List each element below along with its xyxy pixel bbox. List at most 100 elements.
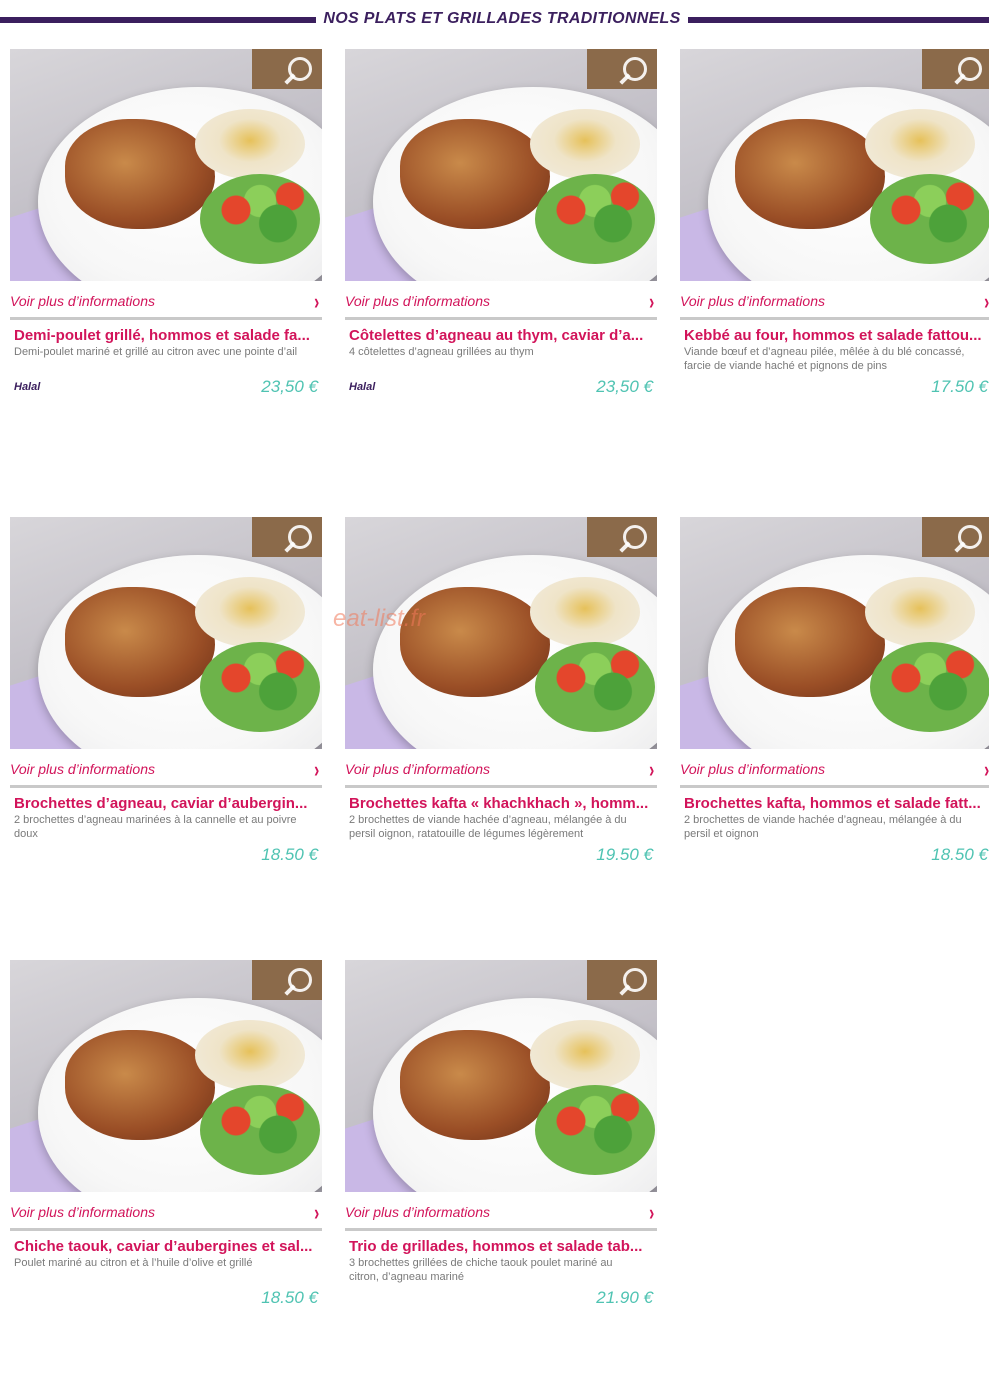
chevron-right-icon[interactable]: › [314, 1200, 319, 1226]
more-info-link[interactable]: Voir plus d’informations › [345, 289, 657, 320]
dish-title[interactable]: Côtelettes d’agneau au thym, caviar d’a.… [349, 327, 657, 344]
more-info-label: Voir plus d’informations [10, 293, 155, 309]
dish-price: 21.90 € [596, 1288, 653, 1307]
divider [345, 317, 657, 320]
dish-title[interactable]: Brochettes d’agneau, caviar d’aubergin..… [14, 795, 322, 812]
food-salad [200, 1085, 320, 1175]
chevron-right-icon[interactable]: › [649, 289, 654, 315]
divider [680, 785, 989, 788]
divider [10, 317, 322, 320]
dish-description: 2 brochettes d’agneau marinées à la cann… [14, 814, 297, 840]
food-hummus [195, 109, 305, 179]
food-hummus [195, 1020, 305, 1090]
dish-description: Viande bœuf et d’agneau pilée, mêlée à d… [684, 346, 965, 372]
food-main [65, 1030, 215, 1140]
more-info-link[interactable]: Voir plus d’informations › [10, 757, 322, 788]
dish-price: 18.50 € [931, 845, 988, 864]
dish-photo[interactable] [345, 960, 657, 1192]
section-title: NOS PLATS ET GRILLADES TRADITIONNELS [323, 10, 681, 27]
dish-photo[interactable] [680, 49, 989, 281]
more-info-label: Voir plus d’informations [345, 293, 490, 309]
dish-card[interactable]: Voir plus d’informations › Brochettes ka… [680, 517, 989, 897]
dish-title[interactable]: Trio de grillades, hommos et salade tab.… [349, 1238, 657, 1255]
food-main [400, 1030, 550, 1140]
more-info-link[interactable]: Voir plus d’informations › [345, 1200, 657, 1231]
more-info-label: Voir plus d’informations [680, 293, 825, 309]
more-info-link[interactable]: Voir plus d’informations › [680, 757, 989, 788]
chevron-right-icon[interactable]: › [984, 757, 989, 783]
food-hummus [865, 109, 975, 179]
divider [10, 1228, 322, 1231]
zoom-icon[interactable] [617, 525, 647, 555]
dish-card[interactable]: Voir plus d’informations › Demi-poulet g… [10, 49, 324, 429]
more-info-link[interactable]: Voir plus d’informations › [680, 289, 989, 320]
food-salad [200, 642, 320, 732]
divider [10, 785, 322, 788]
dish-photo[interactable] [10, 49, 322, 281]
more-info-link[interactable]: Voir plus d’informations › [10, 289, 322, 320]
zoom-icon[interactable] [617, 968, 647, 998]
more-info-label: Voir plus d’informations [680, 761, 825, 777]
food-hummus [530, 109, 640, 179]
food-main [735, 119, 885, 229]
dish-title[interactable]: Brochettes kafta « khachkhach », homm... [349, 795, 657, 812]
food-main [65, 587, 215, 697]
dish-card[interactable]: Voir plus d’informations › Kebbé au four… [680, 49, 989, 429]
section-header: NOS PLATS ET GRILLADES TRADITIONNELS [0, 8, 989, 34]
food-salad [535, 174, 655, 264]
zoom-icon[interactable] [952, 57, 982, 87]
chevron-right-icon[interactable]: › [314, 757, 319, 783]
dish-price: 23,50 € [596, 377, 653, 396]
dish-title[interactable]: Chiche taouk, caviar d’aubergines et sal… [14, 1238, 322, 1255]
zoom-icon[interactable] [282, 525, 312, 555]
chevron-right-icon[interactable]: › [984, 289, 989, 315]
dish-title[interactable]: Kebbé au four, hommos et salade fattou..… [684, 327, 989, 344]
food-salad [200, 174, 320, 264]
food-main [400, 119, 550, 229]
watermark: eat-list.fr [333, 605, 426, 632]
dish-card[interactable]: Voir plus d’informations › Brochettes ka… [345, 517, 659, 897]
zoom-icon[interactable] [952, 525, 982, 555]
more-info-label: Voir plus d’informations [10, 761, 155, 777]
halal-badge: Halal [14, 381, 41, 393]
dish-description: Poulet mariné au citron et à l’huile d’o… [14, 1257, 253, 1269]
dish-description: 2 brochettes de viande hachée d’agneau, … [349, 814, 627, 840]
dish-card[interactable]: Voir plus d’informations › Côtelettes d’… [345, 49, 659, 429]
food-main [400, 587, 550, 697]
dish-photo[interactable] [345, 517, 657, 749]
food-salad [535, 642, 655, 732]
more-info-link[interactable]: Voir plus d’informations › [345, 757, 657, 788]
zoom-icon[interactable] [282, 57, 312, 87]
food-hummus [195, 577, 305, 647]
more-info-label: Voir plus d’informations [345, 761, 490, 777]
dish-price: 18.50 € [261, 1288, 318, 1307]
chevron-right-icon[interactable]: › [649, 1200, 654, 1226]
halal-badge: Halal [349, 381, 376, 393]
dish-title[interactable]: Brochettes kafta, hommos et salade fatt.… [684, 795, 989, 812]
chevron-right-icon[interactable]: › [649, 757, 654, 783]
food-main [735, 587, 885, 697]
dish-description: Demi-poulet mariné et grillé au citron a… [14, 346, 298, 358]
food-hummus [530, 1020, 640, 1090]
dish-price: 23,50 € [261, 377, 318, 396]
dish-photo[interactable] [10, 960, 322, 1192]
dish-photo[interactable] [680, 517, 989, 749]
food-salad [870, 642, 989, 732]
zoom-icon[interactable] [282, 968, 312, 998]
food-hummus [530, 577, 640, 647]
dish-description: 2 brochettes de viande hachée d’agneau, … [684, 814, 962, 840]
dish-title[interactable]: Demi-poulet grillé, hommos et salade fa.… [14, 327, 322, 344]
more-info-link[interactable]: Voir plus d’informations › [10, 1200, 322, 1231]
food-hummus [865, 577, 975, 647]
dish-description: 4 côtelettes d’agneau grillées au thym [349, 346, 534, 358]
dish-card[interactable]: Voir plus d’informations › Brochettes d’… [10, 517, 324, 897]
dish-photo[interactable] [345, 49, 657, 281]
more-info-label: Voir plus d’informations [345, 1204, 490, 1220]
dish-card[interactable]: Voir plus d’informations › Trio de grill… [345, 960, 659, 1340]
food-main [65, 119, 215, 229]
dish-card[interactable]: Voir plus d’informations › Chiche taouk,… [10, 960, 324, 1340]
dish-price: 19.50 € [596, 845, 653, 864]
zoom-icon[interactable] [617, 57, 647, 87]
dish-photo[interactable] [10, 517, 322, 749]
chevron-right-icon[interactable]: › [314, 289, 319, 315]
